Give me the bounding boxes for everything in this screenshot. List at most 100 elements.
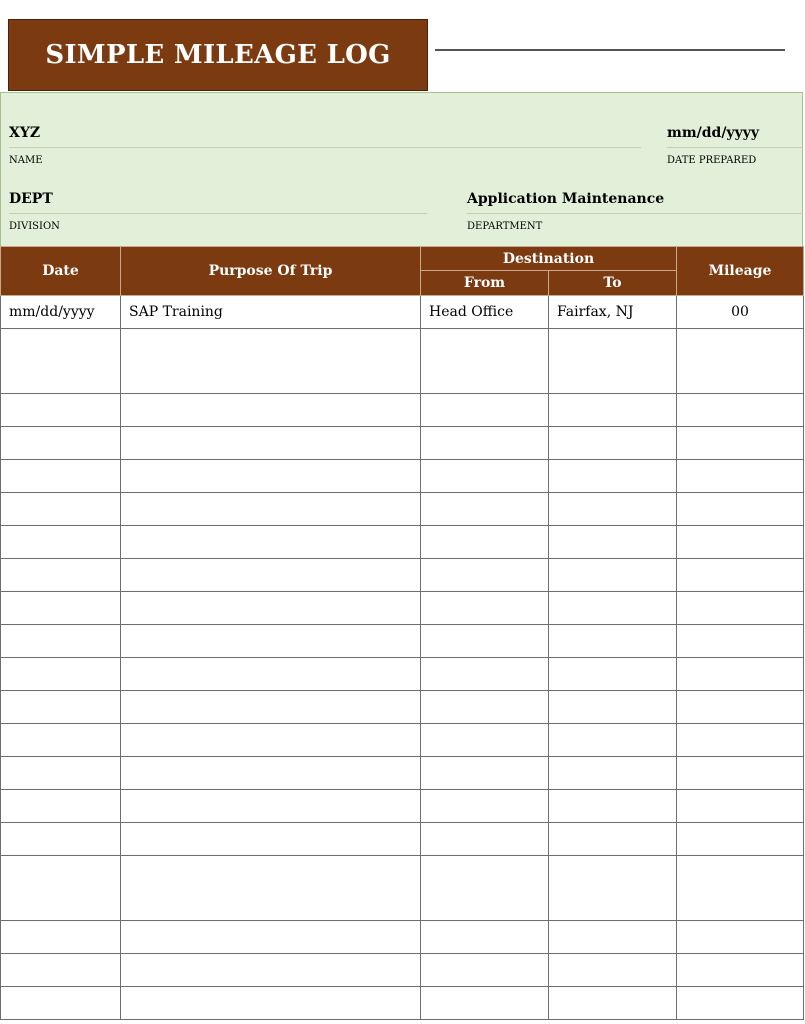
- cell-mileage[interactable]: [676, 690, 804, 724]
- cell-date[interactable]: [0, 855, 121, 921]
- cell-purpose[interactable]: [120, 920, 421, 954]
- cell-to[interactable]: [548, 657, 677, 691]
- cell-mileage[interactable]: [676, 624, 804, 658]
- cell-mileage[interactable]: [676, 920, 804, 954]
- cell-date[interactable]: [0, 459, 121, 493]
- cell-from[interactable]: [420, 756, 549, 790]
- cell-date[interactable]: [0, 492, 121, 526]
- cell-from[interactable]: [420, 459, 549, 493]
- cell-to[interactable]: [548, 426, 677, 460]
- cell-mileage[interactable]: [676, 393, 804, 427]
- date-prepared-field[interactable]: mm/dd/yyyy DATE PREPARED: [667, 125, 803, 171]
- cell-date[interactable]: mm/dd/yyyy: [0, 295, 121, 329]
- cell-date[interactable]: [0, 328, 121, 394]
- cell-date[interactable]: [0, 953, 121, 987]
- cell-from[interactable]: [420, 986, 549, 1020]
- name-field[interactable]: XYZ NAME: [9, 125, 641, 171]
- cell-purpose[interactable]: [120, 855, 421, 921]
- cell-to[interactable]: [548, 558, 677, 592]
- cell-purpose[interactable]: [120, 756, 421, 790]
- cell-to[interactable]: [548, 525, 677, 559]
- cell-to[interactable]: [548, 723, 677, 757]
- cell-to[interactable]: [548, 624, 677, 658]
- cell-purpose[interactable]: [120, 789, 421, 823]
- cell-from[interactable]: [420, 855, 549, 921]
- cell-mileage[interactable]: [676, 492, 804, 526]
- cell-date[interactable]: [0, 558, 121, 592]
- cell-date[interactable]: [0, 822, 121, 856]
- cell-from[interactable]: [420, 690, 549, 724]
- cell-purpose[interactable]: [120, 822, 421, 856]
- cell-purpose[interactable]: [120, 525, 421, 559]
- cell-from[interactable]: [420, 953, 549, 987]
- cell-mileage[interactable]: [676, 723, 804, 757]
- department-field[interactable]: Application Maintenance DEPARTMENT: [467, 191, 803, 237]
- cell-to[interactable]: [548, 393, 677, 427]
- cell-purpose[interactable]: [120, 459, 421, 493]
- cell-date[interactable]: [0, 920, 121, 954]
- cell-mileage[interactable]: [676, 328, 804, 394]
- cell-from[interactable]: [420, 624, 549, 658]
- cell-from[interactable]: [420, 525, 549, 559]
- cell-to[interactable]: [548, 591, 677, 625]
- cell-purpose[interactable]: [120, 690, 421, 724]
- cell-from[interactable]: [420, 591, 549, 625]
- cell-to[interactable]: [548, 690, 677, 724]
- cell-date[interactable]: [0, 756, 121, 790]
- cell-purpose[interactable]: [120, 624, 421, 658]
- cell-purpose[interactable]: [120, 657, 421, 691]
- cell-mileage[interactable]: [676, 789, 804, 823]
- cell-date[interactable]: [0, 591, 121, 625]
- cell-mileage[interactable]: [676, 822, 804, 856]
- cell-to[interactable]: [548, 986, 677, 1020]
- cell-from[interactable]: Head Office: [420, 295, 549, 329]
- cell-to[interactable]: [548, 789, 677, 823]
- cell-purpose[interactable]: [120, 986, 421, 1020]
- cell-from[interactable]: [420, 789, 549, 823]
- cell-purpose[interactable]: [120, 953, 421, 987]
- cell-mileage[interactable]: 00: [676, 295, 804, 329]
- cell-purpose[interactable]: [120, 328, 421, 394]
- cell-to[interactable]: [548, 822, 677, 856]
- cell-from[interactable]: [420, 723, 549, 757]
- cell-from[interactable]: [420, 426, 549, 460]
- cell-mileage[interactable]: [676, 855, 804, 921]
- cell-date[interactable]: [0, 986, 121, 1020]
- cell-date[interactable]: [0, 525, 121, 559]
- cell-from[interactable]: [420, 393, 549, 427]
- cell-mileage[interactable]: [676, 953, 804, 987]
- cell-date[interactable]: [0, 624, 121, 658]
- cell-from[interactable]: [420, 328, 549, 394]
- cell-mileage[interactable]: [676, 525, 804, 559]
- cell-date[interactable]: [0, 393, 121, 427]
- cell-to[interactable]: Fairfax, NJ: [548, 295, 677, 329]
- cell-from[interactable]: [420, 920, 549, 954]
- division-field[interactable]: DEPT DIVISION: [9, 191, 427, 237]
- cell-purpose[interactable]: [120, 492, 421, 526]
- cell-purpose[interactable]: [120, 723, 421, 757]
- cell-from[interactable]: [420, 657, 549, 691]
- cell-date[interactable]: [0, 657, 121, 691]
- cell-to[interactable]: [548, 920, 677, 954]
- cell-purpose[interactable]: [120, 591, 421, 625]
- cell-purpose[interactable]: [120, 426, 421, 460]
- cell-date[interactable]: [0, 426, 121, 460]
- cell-date[interactable]: [0, 789, 121, 823]
- cell-purpose[interactable]: [120, 558, 421, 592]
- cell-mileage[interactable]: [676, 657, 804, 691]
- cell-date[interactable]: [0, 690, 121, 724]
- cell-from[interactable]: [420, 558, 549, 592]
- cell-purpose[interactable]: [120, 393, 421, 427]
- cell-mileage[interactable]: [676, 558, 804, 592]
- cell-to[interactable]: [548, 756, 677, 790]
- cell-purpose[interactable]: SAP Training: [120, 295, 421, 329]
- cell-mileage[interactable]: [676, 426, 804, 460]
- cell-date[interactable]: [0, 723, 121, 757]
- cell-to[interactable]: [548, 328, 677, 394]
- cell-from[interactable]: [420, 492, 549, 526]
- cell-mileage[interactable]: [676, 591, 804, 625]
- cell-mileage[interactable]: [676, 986, 804, 1020]
- cell-to[interactable]: [548, 492, 677, 526]
- cell-from[interactable]: [420, 822, 549, 856]
- cell-to[interactable]: [548, 855, 677, 921]
